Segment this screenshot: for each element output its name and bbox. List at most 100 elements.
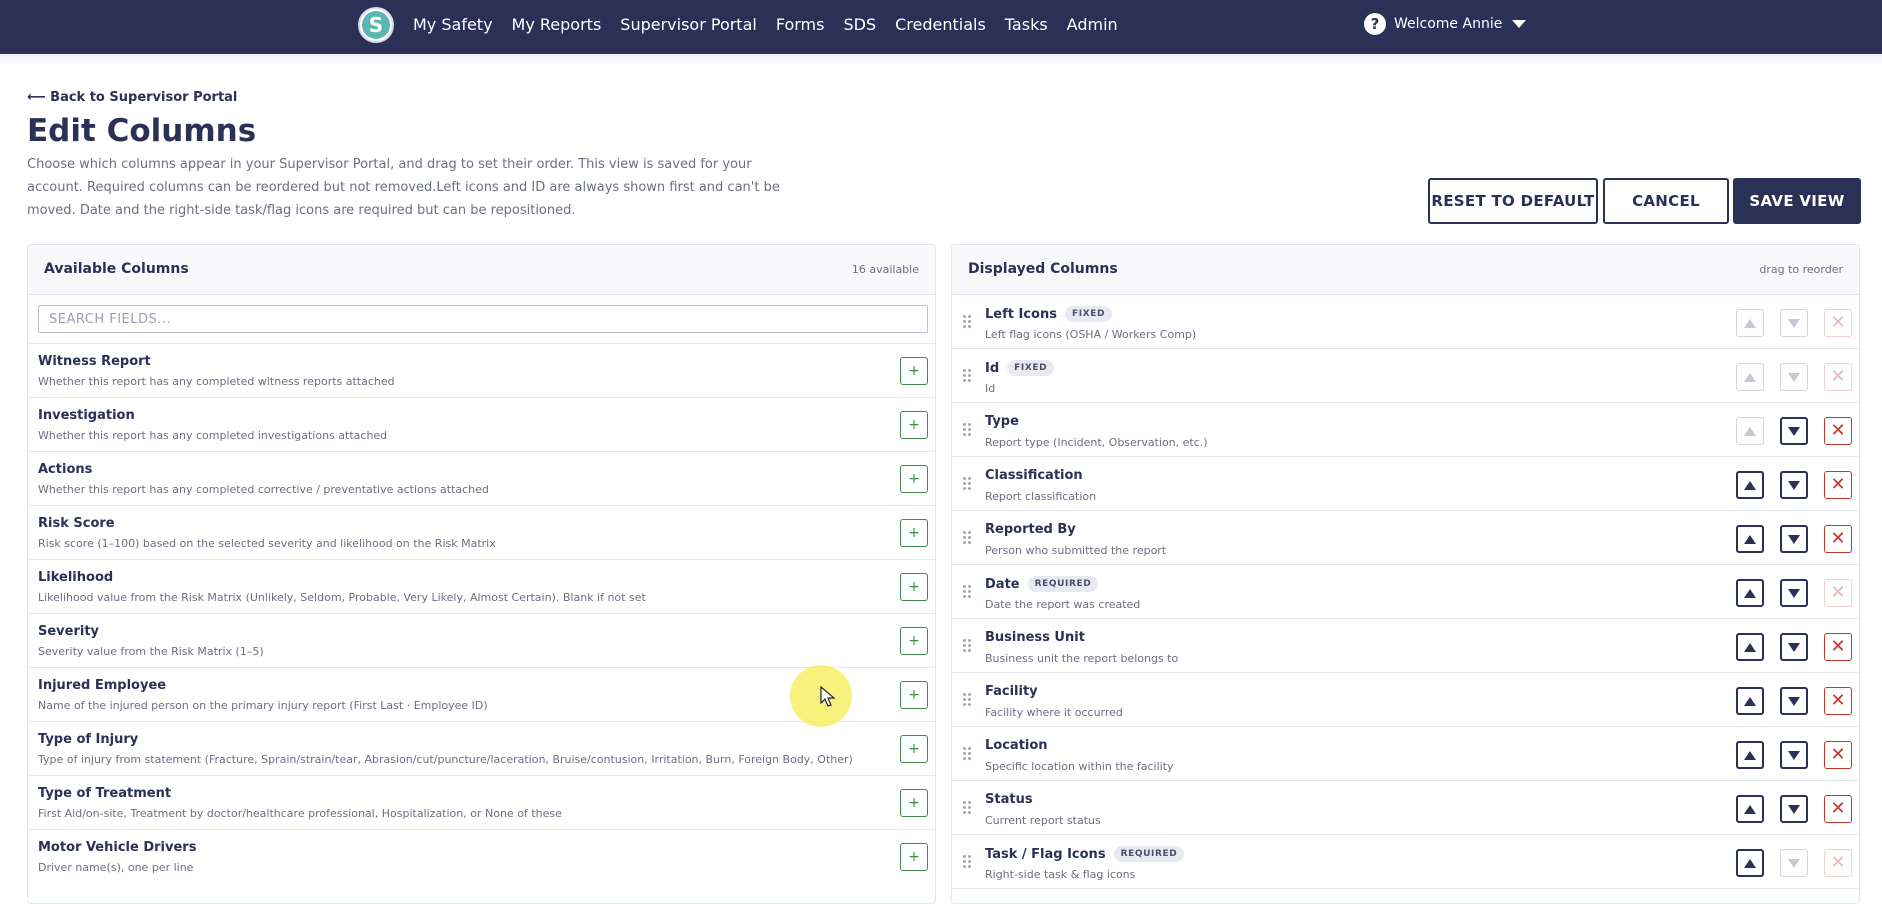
move-down-button[interactable]: [1780, 363, 1808, 391]
add-column-button[interactable]: +: [900, 681, 928, 709]
nav-link-supervisor-portal[interactable]: Supervisor Portal: [620, 15, 757, 34]
drag-handle-icon[interactable]: [963, 747, 971, 760]
move-down-button[interactable]: [1780, 687, 1808, 715]
user-welcome-label[interactable]: Welcome Annie: [1394, 16, 1502, 32]
remove-column-button[interactable]: ✕: [1824, 363, 1852, 391]
column-status-badge: REQUIRED: [1113, 846, 1185, 862]
add-column-button[interactable]: +: [900, 357, 928, 385]
reset-to-default-button[interactable]: RESET TO DEFAULT: [1428, 178, 1598, 224]
drag-handle-icon[interactable]: [963, 315, 971, 328]
move-down-button[interactable]: [1780, 795, 1808, 823]
nav-link-sds[interactable]: SDS: [843, 15, 876, 34]
nav-link-forms[interactable]: Forms: [776, 15, 825, 34]
arrow-down-icon: [1788, 696, 1800, 706]
app-logo[interactable]: S: [358, 7, 394, 43]
available-column-description: Severity value from the Risk Matrix (1–5…: [38, 645, 264, 658]
remove-column-button[interactable]: ✕: [1824, 687, 1852, 715]
move-up-button[interactable]: [1736, 849, 1764, 877]
drag-handle-icon[interactable]: [963, 693, 971, 706]
displayed-column-description: Facility where it occurred: [985, 706, 1123, 719]
nav-link-credentials[interactable]: Credentials: [895, 15, 986, 34]
nav-link-my-reports[interactable]: My Reports: [512, 15, 602, 34]
drag-handle-icon[interactable]: [963, 585, 971, 598]
arrow-down-icon: [1788, 534, 1800, 544]
cancel-button[interactable]: CANCEL: [1603, 178, 1729, 224]
search-wrapper: [38, 305, 928, 333]
available-column-description: Whether this report has any completed co…: [38, 483, 489, 496]
remove-column-button[interactable]: ✕: [1824, 525, 1852, 553]
user-menu[interactable]: ? Welcome Annie: [1364, 13, 1527, 35]
add-column-button[interactable]: +: [900, 843, 928, 871]
displayed-column-title: Date REQUIRED: [985, 576, 1099, 592]
displayed-column-name: Reported By: [985, 522, 1076, 537]
move-up-button[interactable]: [1736, 417, 1764, 445]
displayed-column-name: Business Unit: [985, 630, 1085, 645]
remove-column-button[interactable]: ✕: [1824, 471, 1852, 499]
displayed-column-title: Id FIXED: [985, 360, 1055, 376]
add-column-button[interactable]: +: [900, 627, 928, 655]
move-down-button[interactable]: [1780, 633, 1808, 661]
move-up-button[interactable]: [1736, 741, 1764, 769]
available-column-description: Driver name(s), one per line: [38, 861, 194, 874]
move-down-button[interactable]: [1780, 309, 1808, 337]
available-column-title: Actions: [38, 462, 93, 477]
displayed-column-name: Id: [985, 360, 1000, 376]
drag-handle-icon[interactable]: [963, 423, 971, 436]
nav-link-my-safety[interactable]: My Safety: [413, 15, 493, 34]
move-up-button[interactable]: [1736, 525, 1764, 553]
drag-handle-icon[interactable]: [963, 369, 971, 382]
move-up-button[interactable]: [1736, 363, 1764, 391]
remove-column-button[interactable]: ✕: [1824, 795, 1852, 823]
move-up-button[interactable]: [1736, 471, 1764, 499]
add-column-button[interactable]: +: [900, 519, 928, 547]
remove-column-button[interactable]: ✕: [1824, 633, 1852, 661]
displayed-column-description: Business unit the report belongs to: [985, 652, 1179, 665]
displayed-column-row: Task / Flag Icons REQUIRED Right-side task…: [952, 835, 1859, 889]
remove-column-button[interactable]: ✕: [1824, 417, 1852, 445]
displayed-column-description: Left flag icons (OSHA / Workers Comp): [985, 328, 1197, 341]
displayed-columns-title: Displayed Columns: [968, 261, 1118, 277]
remove-column-button[interactable]: ✕: [1824, 741, 1852, 769]
remove-column-button[interactable]: ✕: [1824, 309, 1852, 337]
add-column-button[interactable]: +: [900, 573, 928, 601]
caret-down-icon[interactable]: [1512, 20, 1527, 28]
back-to-supervisor-portal-link[interactable]: ⟵ Back to Supervisor Portal: [27, 90, 237, 105]
move-down-button[interactable]: [1780, 849, 1808, 877]
add-column-button[interactable]: +: [900, 411, 928, 439]
add-column-button[interactable]: +: [900, 465, 928, 493]
drag-handle-icon[interactable]: [963, 531, 971, 544]
drag-handle-icon[interactable]: [963, 477, 971, 490]
remove-column-button[interactable]: ✕: [1824, 849, 1852, 877]
move-up-button[interactable]: [1736, 633, 1764, 661]
available-column-row: Actions Whether this report has any compl…: [28, 451, 935, 505]
arrow-down-icon: [1788, 318, 1800, 328]
move-down-button[interactable]: [1780, 741, 1808, 769]
column-status-badge: FIXED: [1007, 360, 1055, 376]
search-fields-input[interactable]: [38, 305, 928, 333]
displayed-column-row: Location Specific location within the fac…: [952, 727, 1859, 781]
drag-handle-icon[interactable]: [963, 801, 971, 814]
move-down-button[interactable]: [1780, 525, 1808, 553]
drag-handle-icon[interactable]: [963, 639, 971, 652]
displayed-column-description: Id: [985, 382, 996, 395]
displayed-column-row: Facility Facility where it occurred ✕: [952, 673, 1859, 727]
move-down-button[interactable]: [1780, 417, 1808, 445]
displayed-column-row: Left Icons FIXED Left flag icons (OSHA / W…: [952, 295, 1859, 349]
add-column-button[interactable]: +: [900, 789, 928, 817]
move-up-button[interactable]: [1736, 795, 1764, 823]
move-up-button[interactable]: [1736, 309, 1764, 337]
available-columns-header: Available Columns 16 available: [28, 245, 935, 295]
move-up-button[interactable]: [1736, 579, 1764, 607]
nav-link-tasks[interactable]: Tasks: [1005, 15, 1048, 34]
save-view-button[interactable]: SAVE VIEW: [1733, 178, 1861, 224]
move-up-button[interactable]: [1736, 687, 1764, 715]
help-icon[interactable]: ?: [1364, 13, 1386, 35]
displayed-column-name: Date: [985, 576, 1020, 592]
remove-column-button[interactable]: ✕: [1824, 579, 1852, 607]
move-down-button[interactable]: [1780, 579, 1808, 607]
move-down-button[interactable]: [1780, 471, 1808, 499]
nav-link-admin[interactable]: Admin: [1067, 15, 1118, 34]
displayed-columns-panel: Displayed Columns drag to reorder Left I…: [951, 244, 1860, 904]
drag-handle-icon[interactable]: [963, 855, 971, 868]
add-column-button[interactable]: +: [900, 735, 928, 763]
